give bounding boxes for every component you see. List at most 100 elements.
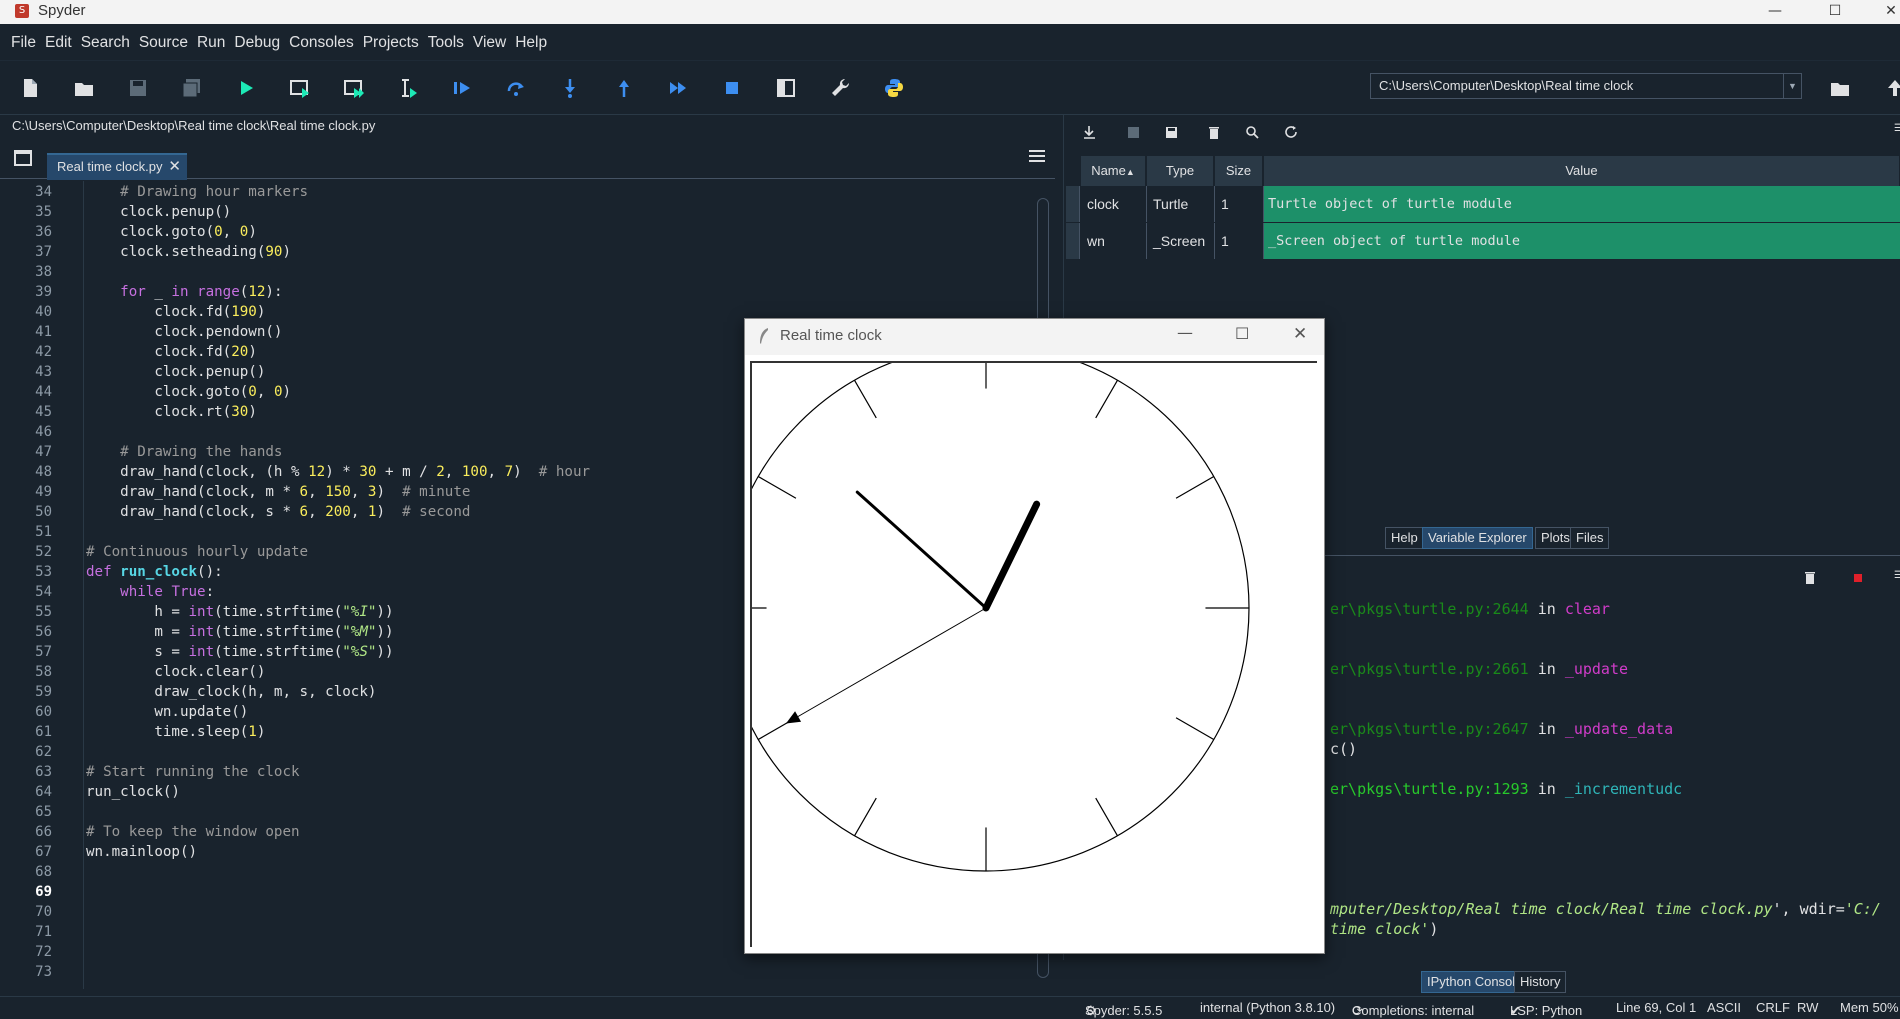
turtle-graphics-window[interactable]: Real time clock — ☐ ✕ xyxy=(722,318,1325,954)
row-header[interactable] xyxy=(1066,223,1080,259)
turtle-maximize-button[interactable]: ☐ xyxy=(1235,324,1249,343)
variable-type-cell[interactable]: Turtle xyxy=(1147,186,1215,222)
save-data-as-icon[interactable] xyxy=(1162,123,1180,141)
menu-consoles[interactable]: Consoles xyxy=(284,24,358,61)
chevron-down-icon[interactable]: ▼ xyxy=(1783,74,1801,98)
code-line: clock.fd(20) xyxy=(86,344,257,360)
search-icon[interactable] xyxy=(1243,123,1261,141)
run-selection-icon[interactable] xyxy=(393,73,423,103)
line-number: 61 xyxy=(35,724,52,740)
code-line: clock.clear() xyxy=(86,664,266,680)
save-data-icon[interactable] xyxy=(1124,123,1142,141)
code-line: h = int(time.strftime("%I")) xyxy=(86,604,394,620)
turtle-minimize-button[interactable]: — xyxy=(1177,323,1193,342)
traceback-file-path[interactable]: er\pkgs\turtle.py:2661 xyxy=(1330,660,1529,678)
menu-debug[interactable]: Debug xyxy=(229,24,284,61)
menu-search[interactable]: Search xyxy=(76,24,134,61)
turtle-canvas[interactable] xyxy=(722,344,1317,947)
variable-type-cell[interactable]: _Screen xyxy=(1147,223,1215,259)
tab-variable-explorer[interactable]: Variable Explorer xyxy=(1422,527,1533,549)
editor-tab-label: Real time clock.py xyxy=(57,159,163,174)
menu-help[interactable]: Help xyxy=(510,24,551,61)
eol-status: CRLF xyxy=(1756,1000,1790,1015)
step-into-icon[interactable] xyxy=(555,73,585,103)
close-button[interactable]: ✕ xyxy=(1868,0,1900,24)
step-return-icon[interactable] xyxy=(609,73,639,103)
menu-source[interactable]: Source xyxy=(134,24,192,61)
import-data-icon[interactable] xyxy=(1080,123,1098,141)
remove-all-icon[interactable] xyxy=(1204,123,1222,141)
console-options-icon[interactable]: ☰ xyxy=(1894,570,1900,581)
code-line: clock.goto(0, 0) xyxy=(86,384,292,400)
code-line: # To keep the window open xyxy=(86,824,300,840)
run-icon[interactable] xyxy=(231,73,261,103)
menu-edit[interactable]: Edit xyxy=(40,24,76,61)
parent-directory-icon[interactable] xyxy=(1880,73,1900,103)
step-over-icon[interactable] xyxy=(501,73,531,103)
debug-file-icon[interactable] xyxy=(447,73,477,103)
preferences-wrench-icon[interactable] xyxy=(825,73,855,103)
variable-size-cell[interactable]: 1 xyxy=(1215,186,1264,222)
continue-icon[interactable] xyxy=(663,73,693,103)
browse-directory-icon[interactable] xyxy=(1825,73,1855,103)
tab-files[interactable]: Files xyxy=(1570,527,1610,549)
new-file-icon[interactable] xyxy=(15,73,45,103)
interpreter-status[interactable]: internal (Python 3.8.10) xyxy=(1200,1000,1335,1015)
variable-name-cell[interactable]: wn xyxy=(1081,223,1147,259)
line-number-gutter: 34 35 36 37 38 39 40 41 42 43 44 45 46 47 48 49 50 51 52 53… xyxy=(6,181,84,989)
line-number: 36 xyxy=(35,224,52,240)
code-line: draw_hand(clock, (h % 12) * 30 + m / 2, … xyxy=(86,464,591,480)
menu-file[interactable]: File xyxy=(0,24,40,61)
traceback-file-path[interactable]: er\pkgs\turtle.py:1293 xyxy=(1330,780,1529,798)
menu-projects[interactable]: Projects xyxy=(358,24,423,61)
line-number: 69 xyxy=(35,884,52,900)
menu-run[interactable]: Run xyxy=(192,24,229,61)
working-directory-combobox[interactable]: C:\Users\Computer\Desktop\Real time cloc… xyxy=(1370,73,1802,99)
tab-history[interactable]: History xyxy=(1514,971,1567,993)
interrupt-kernel-icon[interactable] xyxy=(1854,574,1862,582)
variable-size-cell[interactable]: 1 xyxy=(1215,223,1264,259)
run-command-line: mputer/Desktop/Real time clock/Real time… xyxy=(1330,900,1881,918)
browse-tabs-icon[interactable] xyxy=(14,150,32,166)
remove-variables-icon[interactable] xyxy=(1804,570,1816,589)
options-menu-icon[interactable]: ☰ xyxy=(1894,123,1900,134)
run-cell-advance-icon[interactable] xyxy=(339,73,369,103)
column-header-size[interactable]: Size xyxy=(1215,156,1263,186)
save-icon[interactable] xyxy=(123,73,153,103)
turtle-close-button[interactable]: ✕ xyxy=(1293,324,1307,344)
editor-options-menu-icon[interactable] xyxy=(1029,150,1045,164)
save-all-icon[interactable] xyxy=(177,73,207,103)
line-number: 65 xyxy=(35,804,52,820)
traceback-in-keyword: in xyxy=(1528,600,1565,618)
line-number: 59 xyxy=(35,684,52,700)
line-number: 51 xyxy=(35,524,52,540)
tab-help[interactable]: Help xyxy=(1385,527,1424,549)
maximize-button[interactable]: ☐ xyxy=(1812,0,1858,24)
column-header-name[interactable]: Name▲ xyxy=(1081,156,1146,186)
traceback-in-keyword: in xyxy=(1528,660,1565,678)
variable-value-cell[interactable]: Turtle object of turtle module xyxy=(1264,186,1900,222)
maximize-pane-icon[interactable] xyxy=(771,73,801,103)
editor-tab-real-time-clock[interactable]: Real time clock.py ✕ xyxy=(47,153,187,180)
cursor-position-status: Line 69, Col 1 xyxy=(1616,1000,1697,1015)
close-tab-icon[interactable]: ✕ xyxy=(168,155,181,179)
window-title-bar: S Spyder — ☐ ✕ xyxy=(0,0,1900,24)
open-file-icon[interactable] xyxy=(69,73,99,103)
tab-ipython-console[interactable]: IPython Console xyxy=(1421,971,1529,993)
hour-hand xyxy=(982,500,1041,612)
menu-tools[interactable]: Tools xyxy=(423,24,468,61)
traceback-file-path[interactable]: er\pkgs\turtle.py:2647 xyxy=(1330,720,1529,738)
refresh-icon[interactable] xyxy=(1282,123,1300,141)
row-header[interactable] xyxy=(1066,186,1080,222)
menu-view[interactable]: View xyxy=(468,24,510,61)
minimize-button[interactable]: — xyxy=(1752,0,1798,24)
traceback-file-path[interactable]: er\pkgs\turtle.py:2644 xyxy=(1330,600,1529,618)
run-cell-icon[interactable] xyxy=(285,73,315,103)
python-path-icon[interactable] xyxy=(879,73,909,103)
variable-value-cell[interactable]: _Screen object of turtle module xyxy=(1264,223,1900,259)
column-header-value[interactable]: Value xyxy=(1264,156,1900,186)
variable-name-cell[interactable]: clock xyxy=(1081,186,1147,222)
stop-debug-icon[interactable] xyxy=(717,73,747,103)
memory-status: Mem 50% xyxy=(1840,1000,1899,1015)
column-header-type[interactable]: Type xyxy=(1147,156,1214,186)
